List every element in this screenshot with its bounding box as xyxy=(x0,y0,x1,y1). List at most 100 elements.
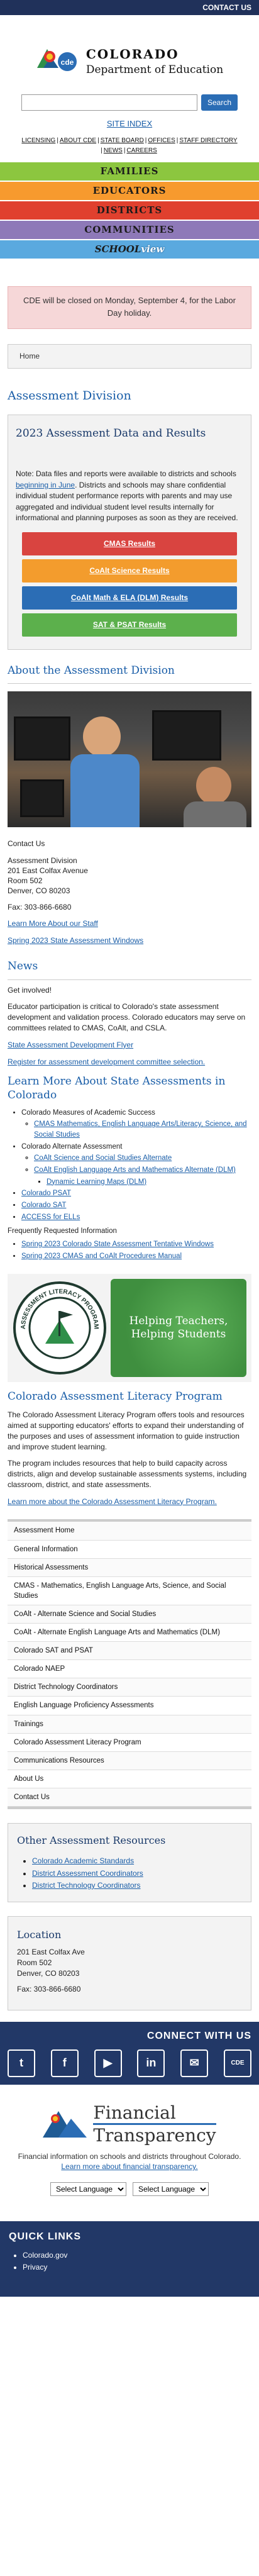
sat-link[interactable]: Colorado SAT xyxy=(21,1202,66,1209)
util-link-careers[interactable]: CAREERS xyxy=(126,147,157,154)
util-link-licensing[interactable]: LICENSING xyxy=(21,137,55,144)
site-index-link[interactable]: SITE INDEX xyxy=(107,119,152,128)
sidenav-about[interactable]: About Us xyxy=(8,1770,251,1788)
address-line: Denver, CO 80203 xyxy=(17,1968,80,1978)
linkedin-icon[interactable]: in xyxy=(137,2049,165,2077)
nav-schoolview[interactable]: SCHOOL view xyxy=(0,240,259,260)
transparency-line-2: Transparency xyxy=(93,2125,216,2146)
location-box: Location 201 East Colfax Ave Room 502 De… xyxy=(8,1915,251,2010)
cmas-results-button[interactable]: CMAS Results xyxy=(22,532,237,556)
students-at-computers-photo xyxy=(8,691,251,828)
coalt-science-results-button[interactable]: CoAlt Science Results xyxy=(22,559,237,583)
language-select-2[interactable]: Select Language xyxy=(133,2182,209,2197)
util-link-state-board[interactable]: STATE BOARD xyxy=(101,137,144,144)
assessment-literacy-seal-icon: ASSESSMENT LITERACY PROGRAM xyxy=(13,1281,107,1375)
transparency-wordmark: Financial Transparency xyxy=(93,2104,216,2145)
coalt-dlm-results-button[interactable]: CoAlt Math & ELA (DLM) Results xyxy=(22,586,237,610)
results-note: Note: Data files and reports were availa… xyxy=(16,469,243,523)
sidenav-literacy[interactable]: Colorado Assessment Literacy Program xyxy=(8,1733,251,1752)
assessment-tree: Colorado Measures of Academic Success CM… xyxy=(8,1108,251,1262)
cmas-subjects-link[interactable]: CMAS Mathematics, English Language Arts/… xyxy=(34,1120,247,1139)
holiday-alert: CDE will be closed on Monday, September … xyxy=(8,286,251,330)
separator: | xyxy=(123,147,126,155)
contact-us-link[interactable]: CONTACT US xyxy=(202,3,251,13)
logo-line-1: COLORADO xyxy=(85,47,179,62)
monitor-shape xyxy=(20,779,64,818)
beginning-in-june-link[interactable]: beginning in June xyxy=(16,481,75,489)
academic-standards-link[interactable]: Colorado Academic Standards xyxy=(32,1856,134,1865)
sidenav-coalt-dlm[interactable]: CoAlt - Alternate English Language Arts … xyxy=(8,1624,251,1642)
sidenav-general-info[interactable]: General Information xyxy=(8,1540,251,1559)
contact-heading: Contact Us xyxy=(8,839,45,849)
facebook-icon[interactable]: f xyxy=(50,2049,79,2077)
youtube-icon[interactable]: ▶ xyxy=(94,2049,122,2077)
list-item: District Technology Coordinators xyxy=(32,1880,242,1892)
list-item: CoAlt English Language Arts and Mathemat… xyxy=(34,1165,251,1187)
util-link-staff-directory[interactable]: STAFF DIRECTORY xyxy=(179,137,237,144)
search-bar: Search xyxy=(0,87,259,117)
sidenav-trainings[interactable]: Trainings xyxy=(8,1715,251,1734)
sidenav-contact[interactable]: Contact Us xyxy=(8,1788,251,1807)
divider xyxy=(8,979,251,980)
util-link-about[interactable]: ABOUT CDE xyxy=(60,137,96,144)
search-button[interactable]: Search xyxy=(201,94,238,111)
search-input[interactable] xyxy=(21,94,197,111)
assessment-windows-link[interactable]: Spring 2023 State Assessment Windows xyxy=(8,936,143,945)
sidenav-elp[interactable]: English Language Proficiency Assessments xyxy=(8,1697,251,1715)
location-title: Location xyxy=(17,1928,62,1941)
colorado-gov-link[interactable]: Colorado.gov xyxy=(23,2251,67,2260)
dlm-maps-link[interactable]: Dynamic Learning Maps (DLM) xyxy=(47,1178,146,1186)
social-icons: t f ▶ in ✉ CDE xyxy=(8,2049,251,2077)
news-title: News xyxy=(8,959,38,973)
nav-families[interactable]: FAMILIES xyxy=(0,162,259,182)
sidenav-cmas[interactable]: CMAS - Mathematics, English Language Art… xyxy=(8,1576,251,1605)
financial-transparency-logo[interactable]: Financial Transparency xyxy=(0,2085,259,2151)
privacy-link[interactable]: Privacy xyxy=(23,2263,47,2272)
schoolview-prefix: SCHOOL xyxy=(94,243,141,255)
flyer-link[interactable]: State Assessment Development Flyer xyxy=(8,1040,133,1049)
coalt-ela-link[interactable]: CoAlt English Language Arts and Mathemat… xyxy=(34,1166,236,1174)
colorado-logo-icon[interactable]: cde xyxy=(36,43,81,81)
util-link-offices[interactable]: OFFICES xyxy=(148,137,175,144)
sat-psat-results-button[interactable]: SAT & PSAT Results xyxy=(22,613,237,637)
language-select[interactable]: Select Language xyxy=(50,2182,126,2197)
coalt-science-link[interactable]: CoAlt Science and Social Studies Alterna… xyxy=(34,1154,172,1162)
sidenav-sat-psat[interactable]: Colorado SAT and PSAT xyxy=(8,1642,251,1661)
nav-districts[interactable]: DISTRICTS xyxy=(0,201,259,221)
district-technology-coordinators-link[interactable]: District Technology Coordinators xyxy=(32,1881,141,1890)
sidenav-historical[interactable]: Historical Assessments xyxy=(8,1558,251,1577)
register-link[interactable]: Register for assessment development comm… xyxy=(8,1057,205,1066)
literacy-block: The Colorado Assessment Literacy Program… xyxy=(8,1410,251,1507)
cde-jobs-icon[interactable]: CDE xyxy=(223,2049,251,2077)
page-title: Assessment Division xyxy=(8,388,131,403)
twitter-icon[interactable]: t xyxy=(8,2049,35,2077)
news-block: Get involved! Educator participation is … xyxy=(8,985,251,1068)
contact-address: Assessment Division 201 East Colfax Aven… xyxy=(8,856,251,896)
sidenav-communications[interactable]: Communications Resources xyxy=(8,1751,251,1770)
psat-link[interactable]: Colorado PSAT xyxy=(21,1190,71,1197)
faq-manual-link[interactable]: Spring 2023 CMAS and CoAlt Procedures Ma… xyxy=(21,1252,182,1260)
breadcrumb-home[interactable]: Home xyxy=(19,352,40,360)
email-icon[interactable]: ✉ xyxy=(180,2049,209,2077)
sidenav-assessment-home[interactable]: Assessment Home xyxy=(8,1522,251,1541)
separator: | xyxy=(97,137,99,145)
literacy-program-banner: ASSESSMENT LITERACY PROGRAM Helping Teac… xyxy=(8,1274,251,1383)
access-link[interactable]: ACCESS for ELLs xyxy=(21,1213,80,1221)
staff-link[interactable]: Learn More About our Staff xyxy=(8,919,98,928)
address-line: Room 502 xyxy=(8,876,43,885)
tagline-line-1: Helping Teachers, xyxy=(129,1315,228,1328)
literacy-learn-more-link[interactable]: Learn more about the Colorado Assessment… xyxy=(8,1497,217,1506)
sidenav-naep[interactable]: Colorado NAEP xyxy=(8,1660,251,1679)
sidenav-coalt-science[interactable]: CoAlt - Alternate Science and Social Stu… xyxy=(8,1605,251,1624)
nav-educators[interactable]: EDUCATORS xyxy=(0,182,259,202)
district-assessment-coordinators-link[interactable]: District Assessment Coordinators xyxy=(32,1869,143,1878)
transparency-learn-more-link[interactable]: Learn more about financial transparency. xyxy=(61,2162,197,2171)
util-link-news[interactable]: NEWS xyxy=(104,147,123,154)
faq-windows-link[interactable]: Spring 2023 Colorado State Assessment Te… xyxy=(21,1241,214,1248)
list-item: Colorado.gov xyxy=(23,2250,250,2261)
nav-communities[interactable]: COMMUNITIES xyxy=(0,221,259,241)
sidenav-tech-coordinators[interactable]: District Technology Coordinators xyxy=(8,1678,251,1697)
agency-name[interactable]: COLORADO Department of Education xyxy=(86,45,223,78)
list-item: CMAS Mathematics, English Language Arts/… xyxy=(34,1119,251,1140)
separator: | xyxy=(145,137,147,145)
